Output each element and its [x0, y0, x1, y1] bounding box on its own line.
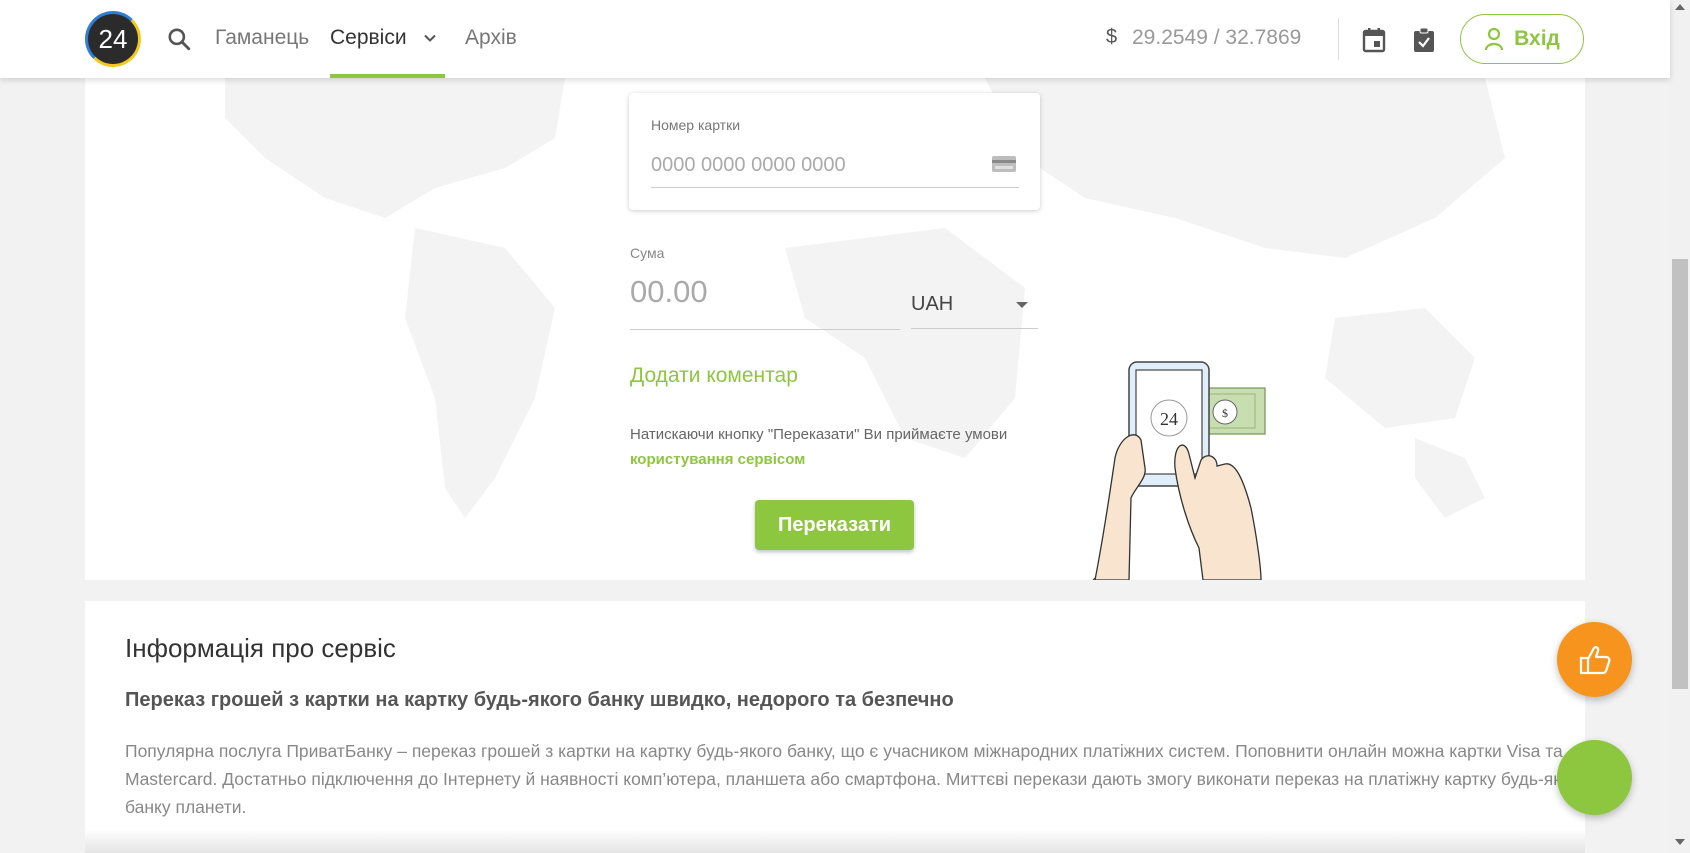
credit-card-icon	[992, 156, 1016, 172]
header-divider	[1338, 18, 1339, 60]
scrollbar-thumb[interactable]	[1672, 259, 1688, 689]
service-info-section: Інформація про сервіс Переказ грошей з к…	[85, 601, 1587, 853]
svg-text:24: 24	[1160, 409, 1178, 429]
phone-hands-illustration: $ 24	[1092, 361, 1266, 580]
svg-text:$: $	[1222, 406, 1228, 420]
top-navigation-bar: 24 Гаманець Сервіси Архів $ 29.2549 / 32…	[0, 0, 1670, 78]
scroll-up-arrow-icon[interactable]	[1675, 4, 1685, 10]
login-label: Вхід	[1514, 27, 1560, 50]
section-fade	[85, 831, 1585, 853]
calendar-icon[interactable]	[1362, 27, 1386, 53]
chevron-down-icon[interactable]	[420, 28, 440, 48]
active-tab-indicator	[330, 74, 445, 78]
card-number-input[interactable]	[651, 150, 1019, 180]
amount-label: Сума	[630, 245, 665, 261]
page-scrollbar[interactable]	[1670, 0, 1690, 853]
feedback-like-button[interactable]	[1557, 622, 1632, 697]
search-icon[interactable]	[166, 26, 192, 52]
currency-select[interactable]: UAH	[911, 290, 1038, 330]
privat24-logo[interactable]: 24	[85, 11, 141, 67]
card-number-underline	[651, 187, 1019, 188]
transfer-button[interactable]: Переказати	[755, 500, 914, 550]
transfer-panel: Номер картки Сума UAH Додати коментар На…	[85, 78, 1585, 580]
thumbs-up-icon	[1579, 645, 1610, 674]
exchange-rate-value[interactable]: 29.2549 / 32.7869	[1132, 26, 1301, 50]
nav-wallet-link[interactable]: Гаманець	[215, 26, 309, 50]
currency-underline	[911, 328, 1038, 329]
chat-button[interactable]	[1557, 740, 1632, 815]
nav-archive-link[interactable]: Архів	[465, 26, 517, 50]
amount-input[interactable]	[630, 272, 900, 312]
nav-services-link[interactable]: Сервіси	[330, 26, 407, 50]
dollar-sign-icon: $	[1106, 26, 1118, 48]
terms-link[interactable]: користування сервісом	[630, 451, 805, 468]
terms-text: Натискаючи кнопку "Переказати" Ви прийма…	[630, 426, 1008, 443]
currency-value: UAH	[911, 293, 954, 315]
login-button[interactable]: Вхід	[1460, 14, 1584, 64]
clipboard-check-icon[interactable]	[1413, 27, 1435, 53]
info-subtitle: Переказ грошей з картки на картку будь-я…	[125, 689, 954, 711]
terms-notice: Натискаючи кнопку "Переказати" Ви прийма…	[630, 422, 1010, 472]
add-comment-link[interactable]: Додати коментар	[630, 364, 798, 388]
user-icon	[1485, 27, 1504, 51]
amount-underline	[630, 329, 900, 330]
dropdown-arrow-icon	[1016, 302, 1028, 308]
info-title: Інформація про сервіс	[125, 633, 396, 663]
scroll-down-arrow-icon[interactable]	[1675, 839, 1685, 845]
card-number-label: Номер картки	[651, 117, 741, 133]
card-number-box: Номер картки	[629, 93, 1040, 210]
info-description: Популярна послуга ПриватБанку – переказ …	[125, 741, 1587, 817]
